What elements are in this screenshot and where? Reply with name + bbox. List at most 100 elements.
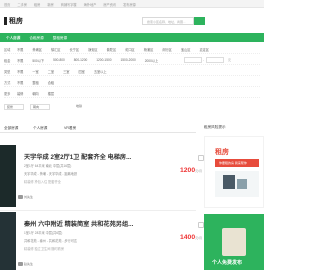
green-tab-personal[interactable]: 个人房源 <box>6 36 20 41</box>
filter-option[interactable]: 一室 <box>32 69 38 74</box>
filter-option[interactable]: 合租 <box>48 80 54 85</box>
listing-tags: 精装修 拎包入住 配套齐全 <box>24 180 61 184</box>
filter-option[interactable]: 五室以上 <box>94 69 107 74</box>
select-row: 装修 朝向 地铁 <box>4 102 260 112</box>
house-graphic <box>223 175 235 189</box>
tab-all[interactable]: 全部房源 <box>4 126 18 131</box>
filter-label: 更多 <box>4 92 11 96</box>
price-unit: 元/月 <box>195 236 202 240</box>
search-placeholder: 搜索小区名称、地址、商圈... <box>147 20 186 24</box>
listing-address: 天宇华成 - 黄埔 - 天宇华成 - 距离地铁 <box>24 172 78 176</box>
filter-options: 不限 500以下 500-800 800-1200 1200-1500 1500… <box>17 58 158 63</box>
filter-row-more: 更多 装修 朝向 楼层 <box>4 88 260 98</box>
decoration-select[interactable]: 装修 <box>4 104 24 110</box>
search-input[interactable]: 搜索小区名称、地址、商圈... <box>142 17 194 25</box>
green-tab-shared[interactable]: 合租房源 <box>29 36 43 41</box>
filter-option[interactable]: 虹口区 <box>125 47 135 52</box>
filter-option[interactable]: 500以下 <box>32 58 44 63</box>
top-nav-rent[interactable]: 租房 <box>34 2 40 7</box>
filter-option[interactable]: 朝向 <box>32 91 38 96</box>
filter-option[interactable]: 长宁区 <box>70 47 80 52</box>
subway-select[interactable]: 地铁 <box>74 104 94 110</box>
filter-option[interactable]: 宝山区 <box>181 47 191 52</box>
price-unit: 元/月 <box>195 169 202 173</box>
filter-option[interactable]: 装修 <box>17 91 23 96</box>
filter-options: 不限 整租 合租 <box>17 80 54 85</box>
top-nav-overseas[interactable]: 海外地产 <box>84 2 97 7</box>
filter-option[interactable]: 2000以上 <box>145 58 158 63</box>
listing-title[interactable]: 秦州 六中附近 精装简室 共和花苑另组... <box>24 219 133 228</box>
filter-option[interactable]: 闵行区 <box>162 47 172 52</box>
listing-thumbnail[interactable] <box>0 212 16 270</box>
filter-options: 不限 一室 二室 三室 四室 五室以上 <box>17 69 107 74</box>
filter-options: 不限 黄埔区 徐汇区 长宁区 静安区 普陀区 虹口区 杨浦区 闵行区 宝山区 嘉… <box>17 47 209 52</box>
agent-icon <box>18 262 23 266</box>
filter-option[interactable]: 嘉定区 <box>199 47 209 52</box>
price-value: 1200 <box>180 167 196 174</box>
promo-graphic <box>222 228 246 256</box>
filter-option[interactable]: 杨浦区 <box>144 47 154 52</box>
filter-option[interactable]: 500-800 <box>53 58 65 63</box>
filter-option[interactable]: 四室 <box>79 69 85 74</box>
filter-option[interactable]: 二室 <box>48 69 54 74</box>
listing-agent: 赵先生 <box>24 262 34 266</box>
listing-agent: 刘先生 <box>24 195 34 199</box>
risk-notice-title[interactable]: 租房风险提示 <box>204 125 226 130</box>
search-button[interactable] <box>194 17 205 25</box>
listing-item[interactable]: 天宇华成 2室2厅1卫 配套齐全 电梯房... 2室1厅 64平米 南北 中层(… <box>0 143 204 211</box>
filter-option[interactable]: 1500-2000 <box>121 58 136 63</box>
rent-max-input[interactable] <box>206 57 224 63</box>
page-title: 租房 <box>9 18 23 25</box>
filter-option[interactable]: 整租 <box>32 80 38 85</box>
tab-personal[interactable]: 个人房源 <box>33 126 47 131</box>
listing-info: 2室1厅 64平米 南北 中层(共16层) <box>24 164 72 168</box>
filter-row-rent: 租金 不限 500以下 500-800 800-1200 1200-1500 1… <box>4 55 260 65</box>
filter-label: 方式 <box>4 81 11 85</box>
filter-option[interactable]: 不限 <box>17 47 23 52</box>
publish-promo-banner[interactable]: 个人免费发布 <box>204 214 264 270</box>
filter-option[interactable]: 徐汇区 <box>51 47 61 52</box>
listing-title[interactable]: 天宇华成 2室2厅1卫 配套齐全 电梯房... <box>24 152 131 161</box>
header <box>0 8 264 31</box>
filter-option[interactable]: 1200-1500 <box>96 58 111 63</box>
top-nav-list: 首页 二手房 租房 新房 商铺写字楼 海外地产 房产资讯 发布房源 <box>4 2 136 7</box>
green-navigation: 个人房源 合租房源 整租房源 <box>0 33 264 42</box>
tab-vr[interactable]: VR看房 <box>64 126 76 131</box>
top-nav-publish[interactable]: 发布房源 <box>123 2 136 7</box>
filter-option[interactable]: 不限 <box>17 69 23 74</box>
rent-min-input[interactable] <box>184 57 202 63</box>
listing-tags: 精装修 独立卫生间 随时看房 <box>24 247 65 251</box>
filter-option[interactable]: 不限 <box>17 80 23 85</box>
listing-info: 1室1厅 28平米 中层(共6层) <box>24 231 63 235</box>
filter-row-mode: 方式 不限 整租 合租 <box>4 77 260 87</box>
filter-option[interactable]: 楼层 <box>48 91 54 96</box>
top-nav-new[interactable]: 新房 <box>47 2 53 7</box>
filter-option[interactable]: 普陀区 <box>107 47 117 52</box>
green-tabs: 个人房源 合租房源 整租房源 <box>6 36 67 41</box>
top-nav-news[interactable]: 房产资讯 <box>103 2 116 7</box>
top-nav-office[interactable]: 商铺写字楼 <box>61 2 77 7</box>
filter-option[interactable]: 静安区 <box>88 47 98 52</box>
filter-options: 装修 朝向 楼层 <box>17 91 54 96</box>
listing-thumbnail[interactable] <box>0 145 16 207</box>
rent-promo-banner[interactable]: 租房 你要租的房 我来帮你 <box>204 136 264 208</box>
range-separator: - <box>203 58 204 62</box>
listing-item[interactable]: 秦州 六中附近 精装简室 共和花苑另组... 1室1厅 28平米 中层(共6层)… <box>0 210 204 270</box>
filter-option[interactable]: 800-1200 <box>74 58 87 63</box>
top-nav-secondhand[interactable]: 二手房 <box>17 2 27 7</box>
orientation-select[interactable]: 朝向 <box>30 104 50 110</box>
filter-option[interactable]: 黄埔区 <box>32 47 42 52</box>
filter-label: 类型 <box>4 70 11 74</box>
filter-label: 租金 <box>4 59 11 63</box>
filter-row-type: 类型 不限 一室 二室 三室 四室 五室以上 <box>4 66 260 76</box>
top-nav-home[interactable]: 首页 <box>4 2 10 7</box>
promo-text: 个人免费发布 <box>212 260 243 266</box>
filter-option[interactable]: 不限 <box>17 58 23 63</box>
listing-address: 共和花苑 - 秦州 - 共和花苑 - 步行可达 <box>24 239 78 243</box>
price-value: 1400 <box>180 234 196 241</box>
listing-price: 1200元/月 <box>180 167 202 174</box>
filter-option[interactable]: 三室 <box>63 69 69 74</box>
agent-icon <box>18 195 23 199</box>
filter-row-area: 区域 不限 黄埔区 徐汇区 长宁区 静安区 普陀区 虹口区 杨浦区 闵行区 宝山… <box>4 44 260 54</box>
green-tab-whole[interactable]: 整租房源 <box>53 36 67 41</box>
